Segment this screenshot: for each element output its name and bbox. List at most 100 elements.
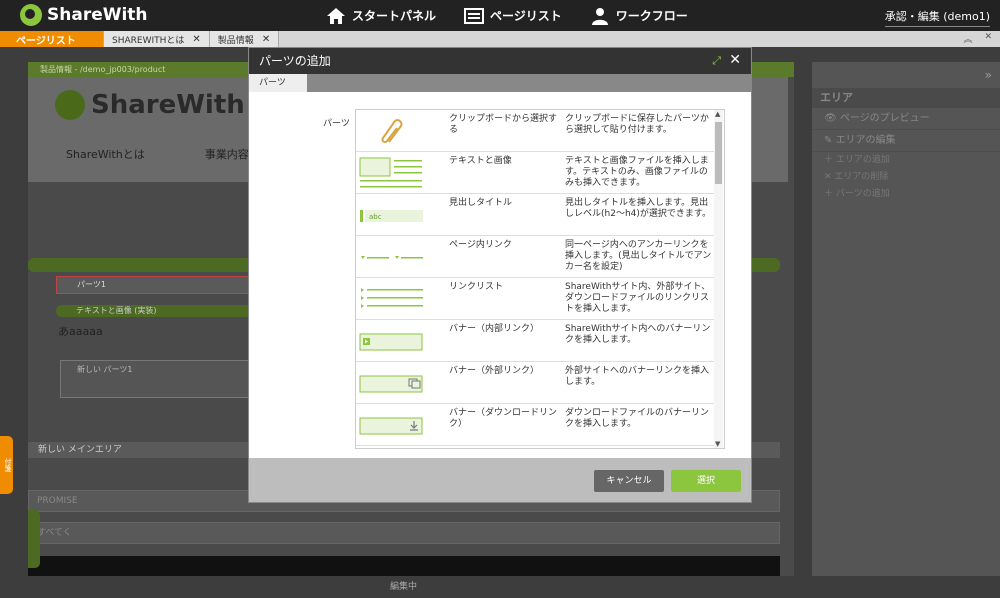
home-icon — [327, 7, 345, 24]
scroll-down-icon[interactable]: ▼ — [715, 440, 720, 448]
edit-area-item[interactable]: ✎ エリアの編集 — [812, 130, 1000, 152]
banner-external-icon — [359, 375, 423, 393]
nav-page-list-label: ページリスト — [490, 9, 562, 23]
part-desc: クリップボードに保存したパーツから選択して貼り付けます。 — [565, 114, 709, 135]
tab-sharewith[interactable]: SHAREWITHとは ✕ — [104, 31, 210, 47]
bg-input-2: すべてく — [28, 522, 780, 544]
part-name: リンクリスト — [449, 282, 504, 292]
tab-product-label: 製品情報 — [217, 35, 254, 46]
parts-list[interactable]: クリップボードから選択する クリップボードに保存したパーツから選択して貼り付けま… — [355, 109, 725, 449]
right-panel-header: エリア — [812, 88, 1000, 108]
close-icon[interactable]: ✕ — [262, 34, 270, 45]
page-logo: ShareWith — [55, 90, 245, 120]
side-handle[interactable] — [28, 510, 40, 568]
page-logo-mark-icon — [55, 90, 85, 120]
tabbar-controls: ︽ ✕ — [963, 32, 992, 45]
part-row-anchor[interactable]: ページ内リンク 同一ページ内へのアンカーリンクを挿入します。(見出しタイトルでア… — [356, 236, 715, 278]
parts-scrollbar[interactable]: ▲ ▼ — [714, 110, 723, 448]
nav-workflow-label: ワークフロー — [615, 9, 688, 23]
collapse-icon[interactable]: ︽ — [963, 32, 972, 45]
add-area-label: エリアの追加 — [835, 155, 890, 165]
logo-text: ShareWith — [47, 5, 148, 25]
new-part: 新しい パーツ1 — [60, 360, 260, 398]
part-row-banner-internal[interactable]: バナー（内部リンク） ShareWithサイト内へのバナーリンクを挿入します。 — [356, 320, 715, 362]
part-name: クリップボードから選択する — [449, 114, 558, 135]
add-part-label: パーツの追加 — [835, 189, 890, 199]
expand-icon[interactable]: ⤢ — [712, 54, 721, 68]
heading-icon: abc — [360, 210, 423, 222]
preview-page-label: ページのプレビュー — [839, 113, 930, 124]
part-row-heading[interactable]: abc 見出しタイトル 見出しタイトルを挿入します。見出しレベル(h2〜h4)が… — [356, 194, 715, 236]
scroll-up-icon[interactable]: ▲ — [715, 110, 720, 118]
top-bar: ShareWith スタートパネル ページリスト ワークフロー 承認・編集 (d… — [0, 0, 1000, 31]
tab-page-list[interactable]: ページリスト — [0, 31, 104, 47]
modal-tabs: パーツ — [249, 74, 751, 92]
person-icon — [591, 7, 608, 25]
part-row-clipboard[interactable]: クリップボードから選択する クリップボードに保存したパーツから選択して貼り付けま… — [356, 110, 715, 152]
banner-download-icon — [359, 417, 423, 435]
nav-workflow[interactable]: ワークフロー — [590, 7, 688, 25]
part-row-link-list[interactable]: リンクリスト ShareWithサイト内、外部サイト、ダウンロードファイルのリン… — [356, 278, 715, 320]
part-desc: ダウンロードファイルのバナーリンクを挿入します。 — [565, 408, 710, 429]
select-button[interactable]: 選択 — [671, 470, 741, 492]
tab-parts[interactable]: パーツ — [249, 74, 307, 92]
sticky-note-tab[interactable]: 付箋 — [0, 436, 13, 494]
tab-bar: ページリスト SHAREWITHとは ✕ 製品情報 ✕ ︽ ✕ — [0, 31, 1000, 47]
add-part-item[interactable]: ＋ パーツの追加 — [812, 186, 1000, 203]
part-name: バナー（外部リンク） — [449, 366, 540, 376]
parts-label: パーツ — [323, 119, 350, 129]
page-list-icon — [464, 7, 485, 24]
page-nav-item: ShareWithとは — [66, 148, 145, 161]
add-part-modal: パーツの追加 ⤢ ✕ パーツ パーツ クリップボードから選択する クリップボード… — [248, 47, 752, 503]
cancel-button[interactable]: キャンセル — [594, 470, 664, 492]
part-row-text-image[interactable]: テキストと画像 テキストと画像ファイルを挿入します。テキストのみ、画像ファイルの… — [356, 152, 715, 194]
banner-internal-icon — [359, 333, 423, 351]
page-logo-text: ShareWith — [91, 90, 245, 120]
page-footer-bg — [28, 556, 780, 576]
expand-panel-icon[interactable]: » — [812, 62, 1000, 88]
part-desc: テキストと画像ファイルを挿入します。テキストのみ、画像ファイルのみも挿入できます… — [565, 156, 709, 188]
part-row-banner-download[interactable]: バナー（ダウンロードリンク） ダウンロードファイルのバナーリンクを挿入します。 — [356, 404, 715, 446]
nav-start-panel-label: スタートパネル — [352, 9, 437, 23]
heading-thumb-text: abc — [369, 213, 382, 221]
delete-area-item[interactable]: ✕ エリアの削除 — [812, 169, 1000, 186]
close-all-icon[interactable]: ✕ — [984, 32, 992, 45]
part-desc: 見出しタイトルを挿入します。見出しレベル(h2〜h4)が選択できます。 — [565, 198, 711, 219]
part-text: あaaaaa — [58, 325, 103, 338]
part-name: バナー（ダウンロードリンク） — [449, 408, 558, 429]
modal-footer: キャンセル 選択 — [249, 458, 751, 502]
part-desc: ShareWithサイト内、外部サイト、ダウンロードファイルのリンクリストを挿入… — [565, 282, 711, 314]
edit-area-label: エリアの編集 — [835, 135, 896, 146]
part-name: バナー（内部リンク） — [449, 324, 540, 334]
nav-start-panel[interactable]: スタートパネル — [326, 7, 436, 25]
text-image-icon — [359, 157, 422, 188]
modal-body: パーツ クリップボードから選択する クリップボードに保存したパーツから選択して貼… — [249, 92, 751, 458]
delete-area-label: エリアの削除 — [834, 172, 889, 182]
paperclip-icon — [381, 119, 403, 143]
tab-product[interactable]: 製品情報 ✕ — [209, 31, 280, 47]
tab-page-list-label: ページリスト — [16, 35, 76, 47]
right-panel: » エリア 👁 ページのプレビュー ✎ エリアの編集 ＋ エリアの追加 ✕ エリ… — [812, 62, 1000, 576]
link-list-icon — [361, 288, 423, 308]
close-icon[interactable]: ✕ — [192, 34, 200, 45]
logo-mark-icon — [20, 4, 42, 26]
tab-sharewith-label: SHAREWITHとは — [112, 35, 185, 46]
app-logo[interactable]: ShareWith — [20, 4, 148, 26]
page-nav: ShareWithとは 事業内容 — [66, 146, 249, 162]
modal-title: パーツの追加 — [249, 48, 751, 74]
scroll-thumb[interactable] — [715, 122, 722, 184]
page-nav-item: 事業内容 — [204, 148, 249, 161]
part-desc: ShareWithサイト内へのバナーリンクを挿入します。 — [565, 324, 711, 345]
part-desc: 外部サイトへのバナーリンクを挿入します。 — [565, 366, 710, 387]
part-name: 見出しタイトル — [449, 198, 513, 208]
part-name: テキストと画像 — [449, 156, 512, 166]
top-nav: スタートパネル ページリスト ワークフロー — [326, 0, 688, 31]
add-area-item[interactable]: ＋ エリアの追加 — [812, 152, 1000, 169]
anchor-link-icon — [361, 256, 423, 259]
part-row-banner-external[interactable]: バナー（外部リンク） 外部サイトへのバナーリンクを挿入します。 — [356, 362, 715, 404]
nav-page-list[interactable]: ページリスト — [464, 7, 562, 25]
close-icon[interactable]: ✕ — [729, 52, 741, 68]
user-menu[interactable]: 承認・編集 (demo1) — [884, 8, 990, 27]
preview-page-item[interactable]: 👁 ページのプレビュー — [812, 108, 1000, 130]
part-label: テキストと画像 (実装) — [56, 305, 256, 317]
